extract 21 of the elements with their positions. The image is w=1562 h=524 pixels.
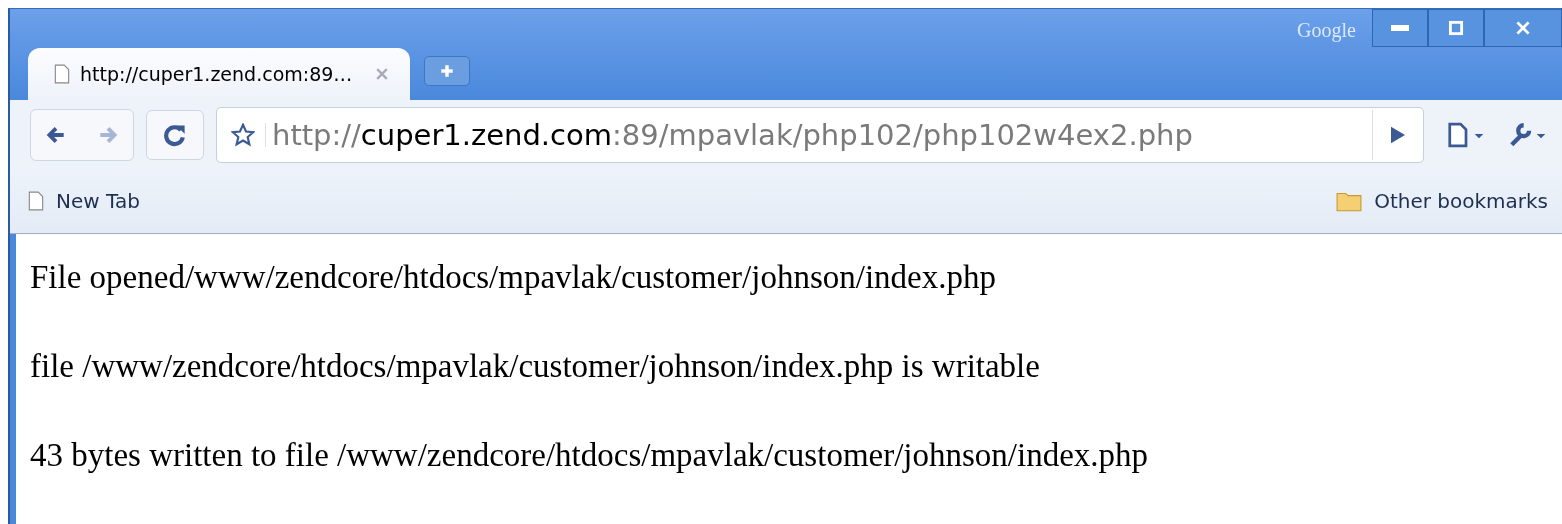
brand-label: Google xyxy=(1297,19,1356,42)
new-tab-button[interactable] xyxy=(424,56,471,87)
output-text: file /www/zendcore/htdocs/mpavlak/customer/johnson/index.php is writable xyxy=(30,347,1041,385)
page-menu-icon[interactable] xyxy=(1446,121,1486,148)
page-icon xyxy=(54,64,70,85)
other-bookmarks-button[interactable]: Other bookmarks xyxy=(1336,189,1548,214)
url-text: http://cuper1.zend.com:89/mpavlak/php102/php102w4ex2.php xyxy=(271,117,1194,152)
maximize-button[interactable] xyxy=(1428,9,1484,47)
reload-icon[interactable] xyxy=(163,122,187,147)
address-bar[interactable]: http://cuper1.zend.com:89/mpavlak/php102/php102w4ex2.php xyxy=(216,106,1424,163)
bookmark-item[interactable]: New Tab xyxy=(28,189,140,214)
folder-icon xyxy=(1336,190,1363,213)
output-text: File opened/www/zendcore/htdocs/mpavlak/customer/johnson/index.php xyxy=(30,258,997,296)
plus-icon xyxy=(439,63,456,80)
minimize-button[interactable] xyxy=(1372,9,1428,47)
wrench-menu-icon[interactable] xyxy=(1508,121,1548,148)
page-icon xyxy=(28,191,44,212)
close-button[interactable] xyxy=(1484,9,1562,47)
output-text: 43 bytes written to file /www/zendcore/htdocs/mpavlak/customer/johnson/index.php xyxy=(30,436,1150,474)
minimize-icon xyxy=(1391,25,1409,31)
browser-tab[interactable]: http://cuper1.zend.com:89… xyxy=(28,48,411,101)
